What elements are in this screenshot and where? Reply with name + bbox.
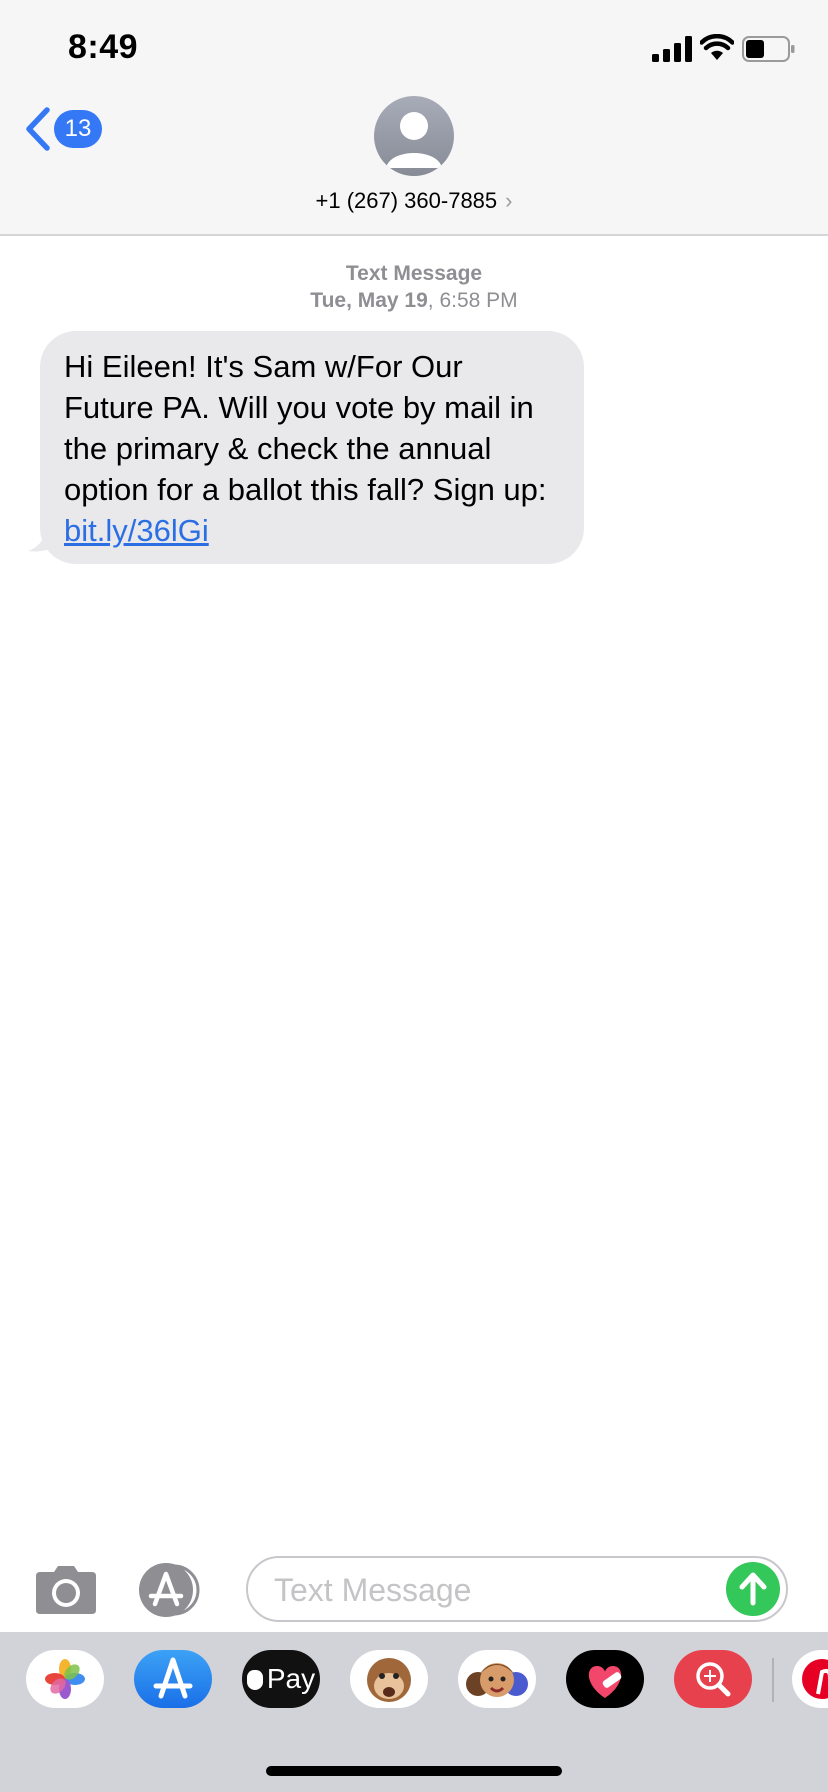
- send-button[interactable]: [726, 1562, 780, 1616]
- status-bar: 8:49: [0, 0, 828, 90]
- arrow-up-icon: [739, 1572, 767, 1606]
- home-indicator[interactable]: [266, 1766, 562, 1776]
- back-chevron-icon[interactable]: [22, 106, 52, 152]
- image-search-icon[interactable]: [674, 1650, 752, 1708]
- message-time: , 6:58 PM: [427, 289, 518, 312]
- person-silhouette-icon: [386, 112, 442, 168]
- drawer-divider: [772, 1658, 774, 1702]
- apple-pay-icon[interactable]: Pay: [242, 1650, 320, 1708]
- app-store-drawer-icon[interactable]: [134, 1650, 212, 1708]
- cellular-signal-icon: [652, 36, 692, 62]
- composer: [0, 1550, 828, 1630]
- message-input-field[interactable]: [246, 1556, 788, 1622]
- message-timestamp: Text Message Tue, May 19, 6:58 PM: [0, 260, 828, 314]
- contact-avatar[interactable]: [374, 96, 454, 176]
- app-store-icon[interactable]: [138, 1562, 210, 1618]
- wifi-icon: [700, 34, 734, 60]
- memoji-icon[interactable]: [458, 1650, 536, 1708]
- conversation-header: 13 +1 (267) 360-7885 ›: [0, 90, 828, 236]
- apple-logo-icon: [246, 1670, 263, 1690]
- battery-icon: [742, 36, 795, 62]
- contact-name: +1 (267) 360-7885: [315, 188, 498, 213]
- heart-sticker-icon[interactable]: [566, 1650, 644, 1708]
- animoji-icon[interactable]: [350, 1650, 428, 1708]
- message-text: Hi Eileen! It's Sam w/For Our Future PA.…: [64, 349, 547, 507]
- camera-icon[interactable]: [34, 1566, 98, 1616]
- message-input[interactable]: [272, 1568, 696, 1612]
- unread-count-badge[interactable]: 13: [54, 110, 102, 148]
- chevron-right-icon: ›: [505, 188, 513, 213]
- message-bubble[interactable]: Hi Eileen! It's Sam w/For Our Future PA.…: [40, 331, 584, 564]
- photos-icon[interactable]: [26, 1650, 104, 1708]
- date-line: Tue, May 19, 6:58 PM: [0, 287, 828, 314]
- pinterest-icon[interactable]: [792, 1650, 828, 1708]
- message-date: Tue, May 19: [310, 289, 428, 312]
- status-time: 8:49: [68, 28, 139, 66]
- service-label: Text Message: [345, 262, 483, 285]
- message-link[interactable]: bit.ly/36lGi: [64, 513, 209, 548]
- apple-pay-label: Pay: [266, 1663, 316, 1694]
- contact-name-button[interactable]: +1 (267) 360-7885 ›: [0, 188, 828, 214]
